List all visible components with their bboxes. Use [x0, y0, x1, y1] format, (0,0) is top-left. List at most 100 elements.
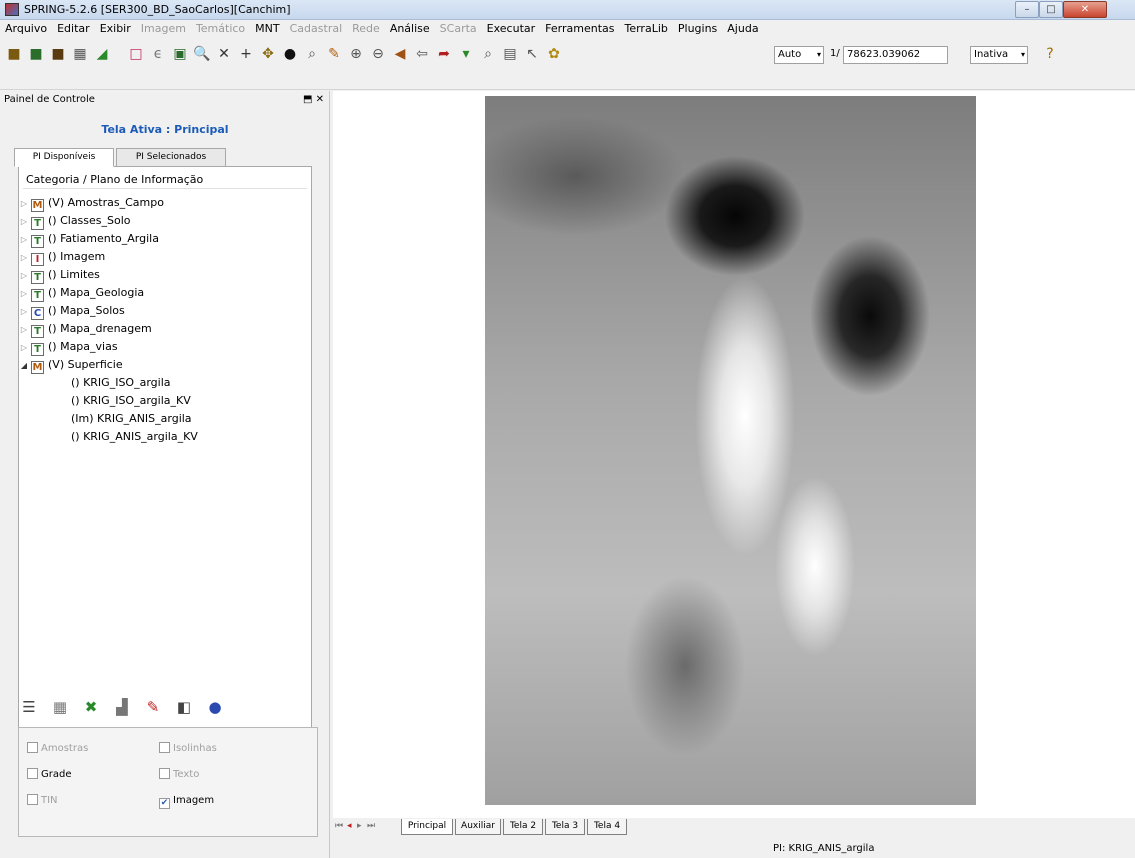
menu-executar[interactable]: Executar: [482, 20, 541, 38]
minimize-button[interactable]: –: [1015, 1, 1039, 18]
pi-item[interactable]: () KRIG_ANIS_argila_KV: [71, 428, 198, 445]
isolinhas-checkbox[interactable]: [159, 742, 170, 753]
menu-editar[interactable]: Editar: [52, 20, 95, 38]
collapse-arrow-icon[interactable]: ◢: [19, 357, 29, 374]
menu-arquivo[interactable]: Arquivo: [0, 20, 52, 38]
cursor-icon[interactable]: ↖: [522, 44, 542, 64]
grade-checkbox[interactable]: [27, 768, 38, 779]
database-icon[interactable]: ■: [4, 44, 24, 64]
tin-checkbox[interactable]: [27, 794, 38, 805]
category-icon[interactable]: ■: [48, 44, 68, 64]
amostras-checkbox[interactable]: [27, 742, 38, 753]
expand-arrow-icon[interactable]: ▷: [19, 213, 29, 230]
back-icon[interactable]: ⇦: [412, 44, 432, 64]
expand-arrow-icon[interactable]: ▷: [19, 303, 29, 320]
expand-arrow-icon[interactable]: ▷: [19, 267, 29, 284]
tab-auxiliar[interactable]: Auxiliar: [455, 819, 501, 835]
grid-table-icon[interactable]: ▦: [70, 44, 90, 64]
imagem-checkbox[interactable]: ✔: [159, 798, 170, 809]
pan-icon[interactable]: ✥: [258, 44, 278, 64]
menu-imagem[interactable]: Imagem: [136, 20, 191, 38]
next-tab-icon[interactable]: ▸: [357, 821, 362, 831]
eye-icon[interactable]: ϵ: [148, 44, 168, 64]
category-row[interactable]: ▷ T () Mapa_Geologia: [19, 284, 144, 302]
menu-mnt[interactable]: MNT: [250, 20, 284, 38]
expand-arrow-icon[interactable]: ▷: [19, 249, 29, 266]
tin-option[interactable]: TIN: [27, 794, 58, 808]
forward-icon[interactable]: ➦: [434, 44, 454, 64]
zoom-minus-icon[interactable]: ⊖: [368, 44, 388, 64]
expand-arrow-icon[interactable]: ▷: [19, 195, 29, 212]
project-icon[interactable]: ■: [26, 44, 46, 64]
select-icon[interactable]: ✕: [214, 44, 234, 64]
pi-item-selected[interactable]: (Im) KRIG_ANIS_argila: [71, 410, 192, 427]
tab-principal[interactable]: Principal: [401, 819, 453, 835]
zoom-plus-icon[interactable]: ⊕: [346, 44, 366, 64]
color-icon[interactable]: ✿: [544, 44, 564, 64]
table-icon[interactable]: ▦: [49, 696, 71, 718]
pi-item[interactable]: () KRIG_ISO_argila_KV: [71, 392, 191, 409]
display-icon[interactable]: ▣: [170, 44, 190, 64]
expand-arrow-icon[interactable]: ▷: [19, 321, 29, 338]
menu-analise[interactable]: Análise: [385, 20, 435, 38]
expand-arrow-icon[interactable]: ▷: [19, 339, 29, 356]
window-icon[interactable]: □: [126, 44, 146, 64]
edit-icon[interactable]: ✎: [324, 44, 344, 64]
tab-tela-3[interactable]: Tela 3: [545, 819, 585, 835]
texto-checkbox[interactable]: [159, 768, 170, 779]
pi-item[interactable]: () KRIG_ISO_argila: [71, 374, 171, 391]
category-row[interactable]: ◢ M (V) Superficie: [19, 356, 123, 374]
tab-pi-selecionados[interactable]: PI Selecionados: [116, 148, 226, 167]
scale-input[interactable]: 78623.039062: [843, 46, 948, 64]
menu-ajuda[interactable]: Ajuda: [722, 20, 763, 38]
amostras-option[interactable]: Amostras: [27, 742, 88, 756]
menu-cadastral[interactable]: Cadastral: [285, 20, 348, 38]
help-book-icon[interactable]: ●: [204, 696, 226, 718]
map-canvas[interactable]: [333, 91, 1135, 818]
add-icon[interactable]: +: [236, 44, 256, 64]
category-row[interactable]: ▷ I () Imagem: [19, 248, 105, 266]
expand-arrow-icon[interactable]: ▷: [19, 231, 29, 248]
menu-exibir[interactable]: Exibir: [95, 20, 136, 38]
category-row[interactable]: ▷ M (V) Amostras_Campo: [19, 194, 164, 212]
isolinhas-option[interactable]: Isolinhas: [159, 742, 217, 756]
last-tab-icon[interactable]: ⏭: [367, 821, 375, 831]
category-row[interactable]: ▷ T () Classes_Solo: [19, 212, 131, 230]
menu-plugins[interactable]: Plugins: [673, 20, 722, 38]
close-button[interactable]: ✕: [1063, 1, 1107, 18]
info-icon[interactable]: ●: [280, 44, 300, 64]
tab-tela-4[interactable]: Tela 4: [587, 819, 627, 835]
list-icon[interactable]: ☰: [18, 696, 40, 718]
maximize-button[interactable]: □: [1039, 1, 1063, 18]
panel-close-icon[interactable]: ✕: [316, 94, 324, 105]
tools-icon[interactable]: ✖: [80, 696, 102, 718]
menu-scarta[interactable]: SCarta: [435, 20, 482, 38]
menu-terralib[interactable]: TerraLib: [619, 20, 672, 38]
layer-icon[interactable]: ▾: [456, 44, 476, 64]
expand-arrow-icon[interactable]: ▷: [19, 285, 29, 302]
zoom-previous-icon[interactable]: ◀: [390, 44, 410, 64]
draw-icon[interactable]: ◢: [92, 44, 112, 64]
state-select[interactable]: Inativa ▾: [970, 46, 1028, 64]
category-row[interactable]: ▷ T () Fatiamento_Argila: [19, 230, 159, 248]
zoom-in-icon[interactable]: 🔍: [192, 44, 212, 64]
menu-ferramentas[interactable]: Ferramentas: [540, 20, 619, 38]
category-row[interactable]: ▷ C () Mapa_Solos: [19, 302, 125, 320]
tab-pi-disponiveis[interactable]: PI Disponíveis: [14, 148, 114, 167]
zoom-dropdown-icon[interactable]: ⌕: [478, 44, 498, 64]
chart-icon[interactable]: ▟: [111, 696, 133, 718]
help-icon[interactable]: ?: [1040, 44, 1060, 64]
screen-icon[interactable]: ▤: [500, 44, 520, 64]
first-tab-icon[interactable]: ⏮: [335, 821, 343, 831]
category-row[interactable]: ▷ T () Limites: [19, 266, 100, 284]
prev-tab-icon[interactable]: ◂: [347, 821, 352, 831]
imagem-option[interactable]: ✔ Imagem: [159, 794, 214, 809]
pencil-icon[interactable]: ✎: [142, 696, 164, 718]
zoom-mode-select[interactable]: Auto ▾: [774, 46, 824, 64]
texto-option[interactable]: Texto: [159, 768, 199, 782]
menu-rede[interactable]: Rede: [347, 20, 385, 38]
category-row[interactable]: ▷ T () Mapa_vias: [19, 338, 118, 356]
grade-option[interactable]: Grade: [27, 768, 72, 782]
category-row[interactable]: ▷ T () Mapa_drenagem: [19, 320, 152, 338]
tab-tela-2[interactable]: Tela 2: [503, 819, 543, 835]
